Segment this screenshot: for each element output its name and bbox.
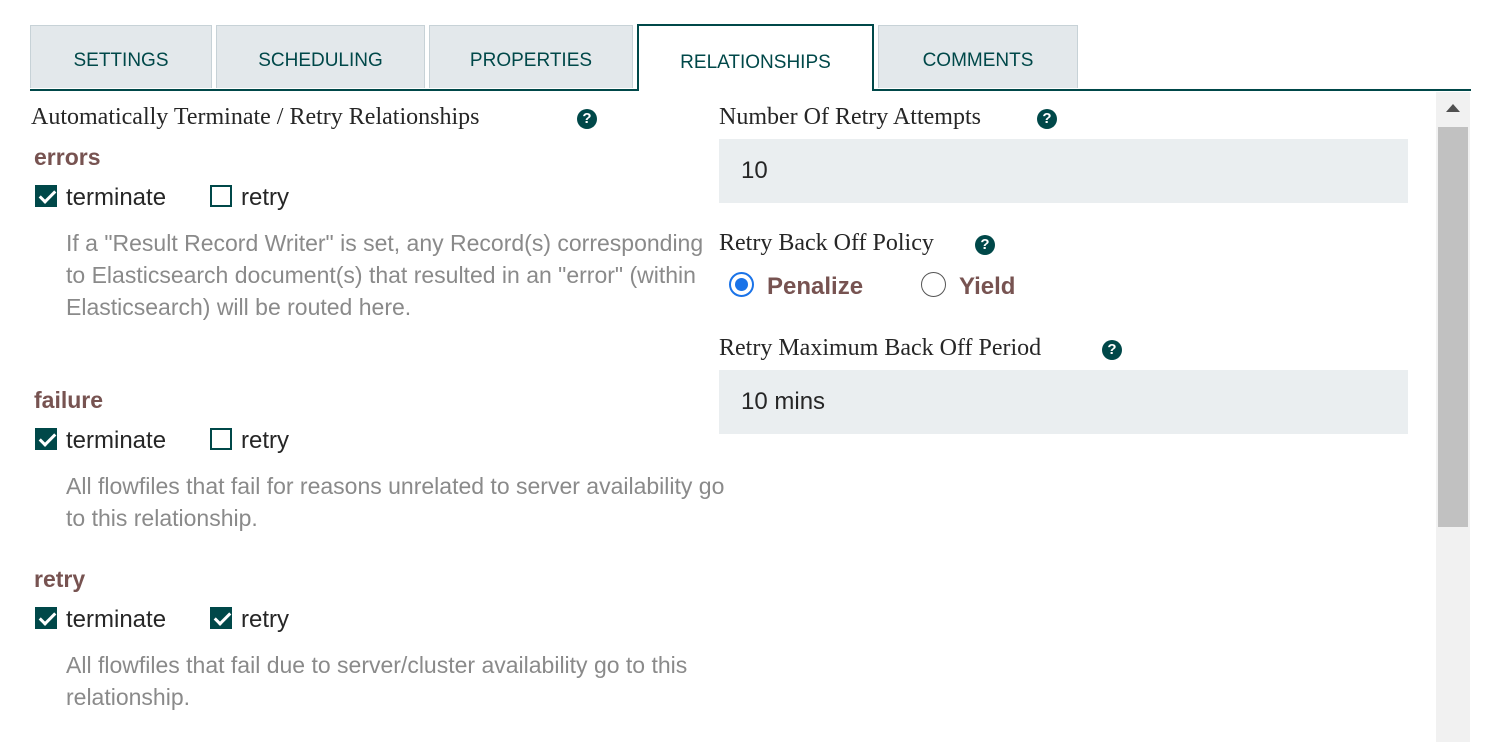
- terminate-label-retry: terminate: [66, 606, 167, 633]
- relationship-description-errors: If a "Result Record Writer" is set, any …: [66, 230, 704, 320]
- question-circle-icon[interactable]: ?: [1037, 109, 1057, 129]
- max-backoff-field[interactable]: 10 mins: [719, 370, 1408, 434]
- tab-properties[interactable]: PROPERTIES: [429, 25, 633, 88]
- penalize-radio[interactable]: [729, 272, 754, 297]
- penalize-label: Penalize: [767, 273, 864, 300]
- retry-label-failure: retry: [241, 427, 289, 454]
- terminate-checkbox-failure[interactable]: [35, 428, 57, 450]
- relationship-description-retry: All flowfiles that fail due to server/cl…: [66, 652, 688, 710]
- retry-checkbox-failure[interactable]: [210, 428, 232, 450]
- max-backoff-label: Retry Maximum Back Off Period: [719, 335, 1042, 361]
- relationship-description-failure: All flowfiles that fail for reasons unre…: [66, 473, 725, 531]
- yield-label: Yield: [959, 273, 1016, 300]
- relationship-name-failure: failure: [34, 387, 104, 413]
- question-circle-icon[interactable]: ?: [1102, 340, 1122, 360]
- tab-bar: SETTINGS SCHEDULING PROPERTIES RELATIONS…: [30, 24, 1471, 91]
- retry-label-errors: retry: [241, 184, 289, 211]
- question-circle-icon[interactable]: ?: [577, 109, 597, 129]
- backoff-policy-label: Retry Back Off Policy: [719, 230, 934, 256]
- relationships-heading: Automatically Terminate / Retry Relation…: [31, 104, 480, 130]
- retry-checkbox-retry[interactable]: [210, 607, 232, 629]
- retry-checkbox-errors[interactable]: [210, 185, 232, 207]
- question-circle-icon[interactable]: ?: [975, 235, 995, 255]
- terminate-label-failure: terminate: [66, 427, 167, 454]
- relationship-name-errors: errors: [34, 144, 101, 170]
- yield-radio[interactable]: [921, 272, 946, 297]
- retry-attempts-label: Number Of Retry Attempts: [719, 104, 981, 130]
- terminate-checkbox-retry[interactable]: [35, 607, 57, 629]
- scroll-up-arrow-icon[interactable]: [1446, 104, 1460, 112]
- retry-label-retry: retry: [241, 606, 289, 633]
- relationship-name-retry: retry: [34, 566, 86, 592]
- terminate-checkbox-errors[interactable]: [35, 185, 57, 207]
- scrollbar-thumb[interactable]: [1438, 127, 1468, 527]
- tab-relationships[interactable]: RELATIONSHIPS: [637, 24, 874, 91]
- terminate-label-errors: terminate: [66, 184, 167, 211]
- tab-comments[interactable]: COMMENTS: [878, 25, 1078, 88]
- retry-attempts-field[interactable]: 10: [719, 139, 1408, 203]
- tab-settings[interactable]: SETTINGS: [30, 25, 212, 88]
- tab-scheduling[interactable]: SCHEDULING: [216, 25, 425, 88]
